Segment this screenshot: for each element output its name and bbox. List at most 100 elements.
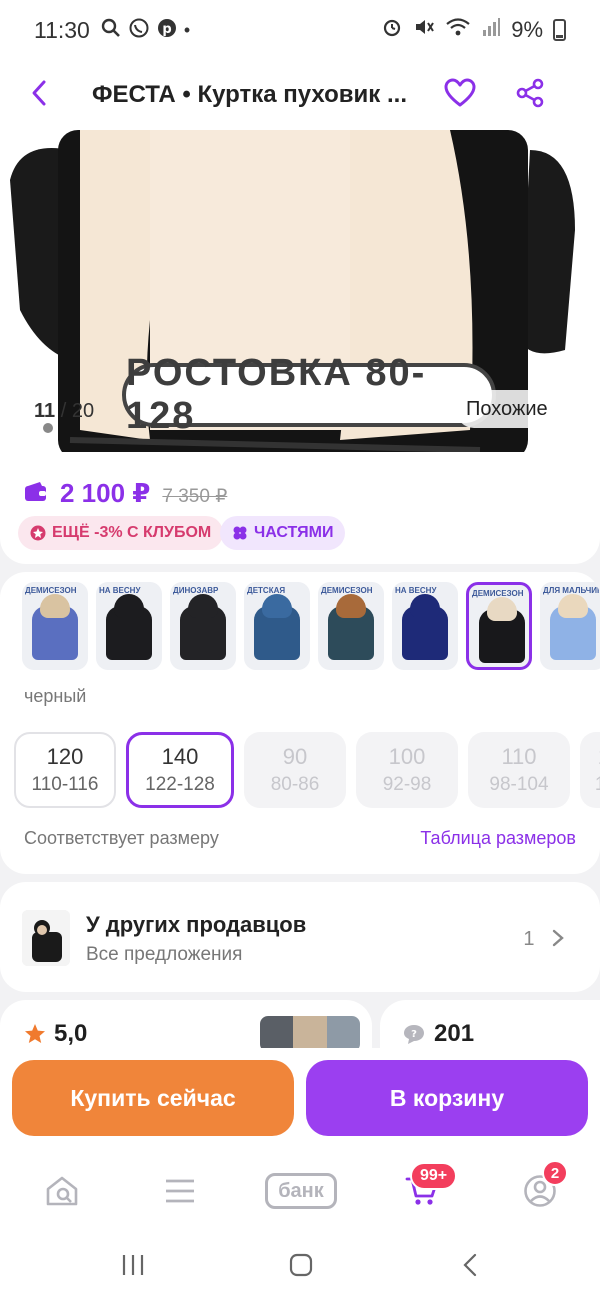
- size-range-banner: РОСТОВКА 80-128: [122, 352, 496, 437]
- size-value: 90: [282, 744, 308, 769]
- size-option[interactable]: 13116: [580, 732, 600, 808]
- lightblue-jacket-thumb[interactable]: ДЛЯ МАЛЬЧИКА: [540, 582, 600, 670]
- wallet-icon: [24, 482, 48, 507]
- thumb-hood: [410, 594, 440, 618]
- menu-icon: [166, 1179, 194, 1203]
- home-button[interactable]: [288, 1252, 314, 1283]
- other-seller-thumb: [22, 910, 70, 966]
- status-bar: 11:30 p • 9%: [0, 0, 600, 60]
- bank-label: банк: [265, 1173, 337, 1209]
- svg-text:p: p: [162, 22, 171, 37]
- system-back-button[interactable]: [460, 1252, 480, 1283]
- heart-icon: [444, 78, 476, 106]
- svg-text:?: ?: [411, 1029, 417, 1040]
- thumb-label: ДЕМИСЕЗОН: [472, 589, 524, 598]
- thumb-hood: [487, 597, 517, 621]
- chevron-right-icon: [552, 929, 564, 947]
- black-selected-thumb[interactable]: ДЕМИСЕЗОН: [466, 582, 532, 670]
- price-row: 2 100 ₽ 7 350 ₽: [24, 478, 227, 509]
- size-option[interactable]: 120 110-116: [14, 732, 116, 808]
- battery-icon: [553, 19, 566, 41]
- installments-badge[interactable]: ЧАСТЯМИ: [220, 516, 346, 550]
- club-badge-label: ЕЩЁ -3% С КЛУБОМ: [52, 524, 212, 541]
- size-value: 140: [161, 744, 199, 769]
- blue-jacket-thumb[interactable]: ДЕМИСЕЗОН: [22, 582, 88, 670]
- price-card: 2 100 ₽ 7 350 ₽ ЕЩЁ -3% С КЛУБОМ ЧАСТЯМИ: [0, 452, 600, 564]
- thumb-hood: [262, 594, 292, 618]
- recent-apps-button[interactable]: [120, 1252, 146, 1283]
- system-navigation-bar: [0, 1234, 600, 1299]
- nav-home[interactable]: [32, 1166, 92, 1216]
- thumb-label: ДЕМИСЕЗОН: [321, 586, 373, 595]
- buy-now-button[interactable]: Купить сейчас: [12, 1060, 294, 1136]
- comment-icon: ?: [404, 1025, 424, 1044]
- cart-count-badge: 99+: [410, 1162, 458, 1190]
- nav-catalog[interactable]: [150, 1166, 210, 1216]
- signal-icon: [481, 16, 501, 44]
- product-image-gallery[interactable]: РОСТОВКА 80-128 11 / 20 Похожие: [0, 130, 600, 452]
- thumb-hood: [114, 594, 144, 618]
- thumb-label: ДИНОЗАВР: [173, 586, 219, 595]
- bottom-navigation: банк 99+ 2: [0, 1148, 600, 1234]
- battery-percent: 9%: [511, 17, 543, 42]
- thumb-hood: [558, 594, 588, 618]
- size-selector: 120 110-116 140 122-128 90 80-86 100 92-98 110 98…: [14, 732, 600, 808]
- app-header: ФЕСТА • Куртка пуховик ...: [0, 60, 600, 130]
- size-range: 116: [595, 774, 600, 796]
- thumb-label: НА ВЕСНУ: [99, 586, 141, 595]
- club-icon: [30, 525, 46, 541]
- rating-value-row: 5,0: [24, 1020, 87, 1048]
- back-arrow-icon: [463, 1253, 477, 1277]
- size-value: 110: [501, 744, 537, 769]
- navy-jacket-thumb[interactable]: НА ВЕСНУ: [392, 582, 458, 670]
- black-jacket-thumb[interactable]: НА ВЕСНУ: [96, 582, 162, 670]
- search-icon: [100, 17, 122, 44]
- size-option[interactable]: 100 92-98: [356, 732, 458, 808]
- similar-button[interactable]: Похожие: [456, 390, 558, 428]
- old-price: 7 350 ₽: [162, 486, 228, 507]
- current-price: 2 100 ₽: [60, 478, 151, 508]
- thumb-label: ДЛЯ МАЛЬЧИКА: [543, 586, 600, 595]
- size-range: 110-116: [31, 774, 99, 795]
- thumb-hood: [188, 594, 218, 618]
- other-sellers-count-value: 1: [523, 928, 535, 950]
- black-dino-thumb[interactable]: ДИНОЗАВР: [170, 582, 236, 670]
- printed-jacket-thumb[interactable]: ДЕТСКАЯ: [244, 582, 310, 670]
- thumb-label: ДЕТСКАЯ: [247, 586, 286, 595]
- rating-value: 5,0: [54, 1020, 88, 1047]
- other-sellers-subtitle: Все предложения: [86, 944, 243, 965]
- thumb-label: НА ВЕСНУ: [395, 586, 437, 595]
- image-counter-current: 11: [34, 400, 56, 422]
- club-discount-badge[interactable]: ЕЩЁ -3% С КЛУБОМ: [18, 516, 224, 550]
- favorite-button[interactable]: [444, 78, 476, 113]
- green-brown-thumb[interactable]: ДЕМИСЕЗОН: [318, 582, 384, 670]
- nav-bank[interactable]: банк: [264, 1166, 338, 1216]
- image-counter-total: / 20: [60, 400, 95, 422]
- wifi-icon: [445, 16, 471, 44]
- back-button[interactable]: [30, 79, 48, 112]
- size-value: 120: [46, 744, 84, 769]
- add-to-cart-button[interactable]: В корзину: [306, 1060, 588, 1136]
- dot-icon: •: [183, 19, 191, 40]
- color-thumbnails: ДЕМИСЕЗОН НА ВЕСНУ ДИНОЗАВР ДЕТСКАЯ ДЕМИСЕЗО…: [22, 582, 600, 670]
- review-photos[interactable]: [260, 1016, 360, 1052]
- alarm-icon: [381, 16, 403, 44]
- size-range: 92-98: [382, 774, 432, 795]
- product-page: 11:30 p • 9% ФЕСТА • Куртка пуховик ... …: [0, 0, 600, 1299]
- thumb-hood: [336, 594, 366, 618]
- fit-text: Соответствует размеру: [24, 828, 219, 848]
- size-table-link[interactable]: Таблица размеров: [420, 828, 576, 849]
- size-option[interactable]: 140 122-128: [126, 732, 234, 808]
- share-icon: [516, 78, 544, 107]
- mute-icon: [413, 16, 435, 44]
- size-range: 98-104: [489, 774, 549, 795]
- size-option[interactable]: 110 98-104: [468, 732, 570, 808]
- parts-icon: [232, 525, 248, 541]
- other-sellers-row[interactable]: У других продавцов Все предложения 1: [0, 882, 600, 992]
- size-option[interactable]: 90 80-86: [244, 732, 346, 808]
- home-icon: [289, 1253, 313, 1277]
- share-button[interactable]: [516, 78, 544, 113]
- status-time: 11:30: [34, 16, 90, 43]
- other-sellers-count: 1: [523, 928, 564, 951]
- variants-card: ДЕМИСЕЗОН НА ВЕСНУ ДИНОЗАВР ДЕТСКАЯ ДЕМИСЕЗО…: [0, 572, 600, 874]
